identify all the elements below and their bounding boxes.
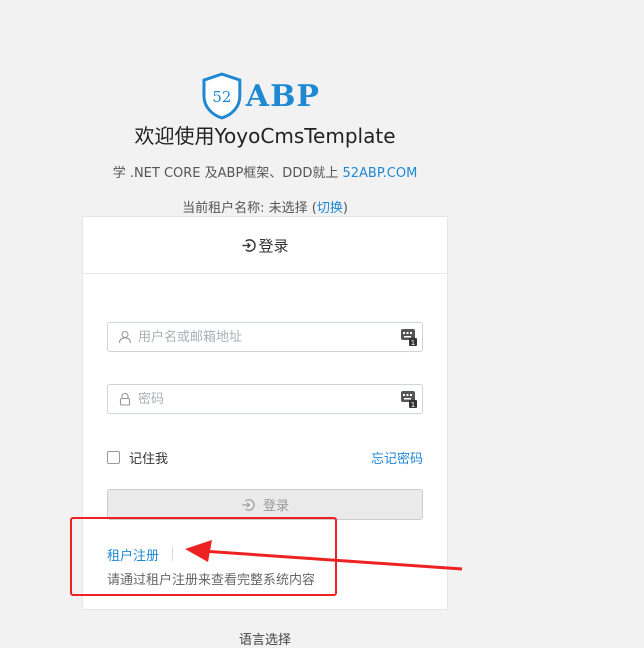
lock-icon — [119, 392, 131, 406]
svg-text:1: 1 — [411, 401, 415, 409]
tenant-label: 当前租户名称: 未选择 ( — [182, 201, 317, 216]
switch-tenant-link[interactable]: 切换 — [317, 201, 343, 216]
login-card-title: 登录 — [258, 236, 289, 255]
remember-me[interactable]: 记住我 — [107, 448, 168, 467]
login-card-header: 登录 — [83, 217, 447, 274]
tenant-suffix: ) — [342, 201, 348, 216]
keyboard-icon[interactable]: 1 — [400, 327, 418, 347]
username-field[interactable]: 1 — [107, 322, 423, 352]
login-button[interactable]: 登录 — [107, 489, 423, 520]
subtitle-text: 学 .NET CORE 及ABP框架、DDD就上 — [112, 166, 343, 181]
logo-text: ABP — [245, 78, 320, 114]
remember-me-checkbox[interactable] — [107, 450, 120, 464]
login-icon — [242, 498, 255, 511]
login-icon — [242, 238, 257, 252]
subtitle: 学 .NET CORE 及ABP框架、DDD就上 52ABP.COM — [0, 162, 530, 181]
annotation-arrow-icon — [185, 540, 463, 571]
forgot-password-link[interactable]: 忘记密码 — [371, 448, 423, 467]
password-input[interactable] — [138, 391, 400, 407]
keyboard-icon[interactable]: 1 — [400, 389, 418, 409]
language-selector[interactable]: 语言选择 — [0, 629, 530, 648]
page-title: 欢迎使用YoyoCmsTemplate — [134, 124, 396, 148]
user-icon — [118, 330, 132, 344]
remember-me-label: 记住我 — [129, 451, 169, 467]
logo-badge-text: 52 — [212, 88, 231, 106]
shield-logo-icon: 52 — [202, 72, 242, 120]
divider — [172, 547, 173, 561]
remember-row: 记住我 忘记密码 — [107, 447, 423, 467]
current-tenant: 当前租户名称: 未选择 (切换) — [0, 197, 530, 216]
password-field[interactable]: 1 — [107, 384, 423, 414]
svg-text:1: 1 — [411, 339, 415, 347]
username-input[interactable] — [138, 329, 400, 345]
tenant-register-link[interactable]: 租户注册 — [107, 545, 159, 564]
site-link[interactable]: 52ABP.COM — [342, 166, 417, 181]
login-button-label: 登录 — [262, 499, 289, 514]
app-logo: 52 ABP — [200, 72, 320, 120]
